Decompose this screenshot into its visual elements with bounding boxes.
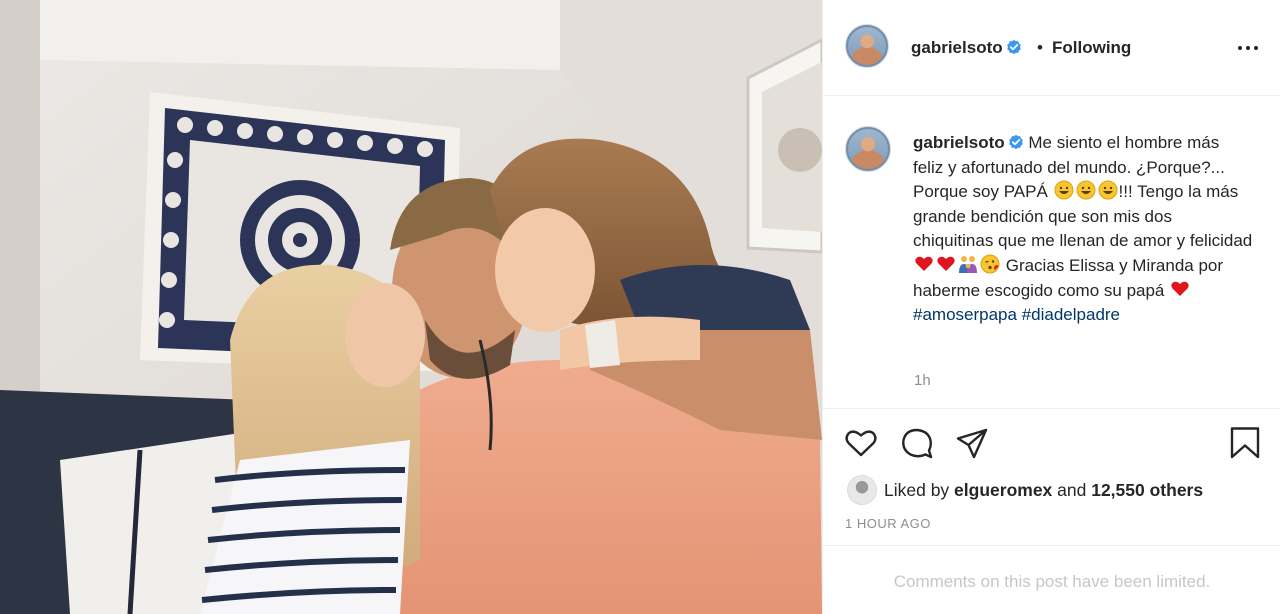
post-header: gabrielsoto • Following: [823, 0, 1280, 96]
caption-section: gabrielsoto Me siento el hombre más feli…: [823, 97, 1280, 407]
liker-avatar[interactable]: [847, 475, 877, 505]
verified-badge-icon: [1008, 134, 1023, 150]
share-icon[interactable]: [955, 426, 989, 460]
post-photo[interactable]: [0, 0, 822, 614]
wall-picture-frame: [746, 38, 822, 254]
likes-count-link[interactable]: 12,550 others: [1091, 480, 1203, 500]
hashtag-link[interactable]: #diadelpadre: [1022, 305, 1120, 324]
kiss-emoji: [980, 254, 1000, 274]
grinning-emoji: [1098, 180, 1118, 200]
author-username[interactable]: gabrielsoto: [911, 38, 1022, 58]
red-heart-emoji: [915, 256, 933, 271]
post-photo-illustration: [0, 0, 822, 614]
post-sidebar: gabrielsoto • Following gabrielsoto Me s…: [822, 0, 1280, 614]
grinning-emoji: [1054, 180, 1074, 200]
likes-summary: Liked by elgueromex and 12,550 others: [847, 475, 1267, 505]
author-avatar[interactable]: [845, 24, 889, 68]
liker-username[interactable]: elgueromex: [954, 480, 1052, 500]
comment-icon[interactable]: [900, 426, 934, 460]
more-options-icon[interactable]: [1236, 36, 1260, 60]
likes-text: Liked by elgueromex and 12,550 others: [884, 480, 1204, 500]
red-heart-emoji: [1171, 281, 1189, 296]
caption-text: gabrielsoto Me siento el hombre más feli…: [913, 131, 1253, 328]
header-separator: •: [1037, 38, 1043, 57]
family-emoji: [959, 255, 977, 273]
bookmark-icon[interactable]: [1228, 426, 1262, 460]
caption-author-avatar[interactable]: [845, 126, 891, 172]
red-heart-emoji: [937, 256, 955, 271]
post-actions: Liked by elgueromex and 12,550 others 1 …: [823, 408, 1280, 548]
caption-username[interactable]: gabrielsoto: [913, 133, 1024, 152]
heart-icon[interactable]: [844, 426, 878, 460]
verified-badge-icon: [1006, 39, 1021, 55]
post-timestamp[interactable]: 1 HOUR AGO: [845, 516, 931, 531]
hashtag-link[interactable]: #amoserpapa: [913, 305, 1017, 324]
grinning-emoji: [1076, 180, 1096, 200]
following-button[interactable]: Following: [1052, 38, 1131, 58]
comments-limited-notice: Comments on this post have been limited.: [823, 545, 1280, 614]
caption-relative-time: 1h: [914, 372, 931, 389]
